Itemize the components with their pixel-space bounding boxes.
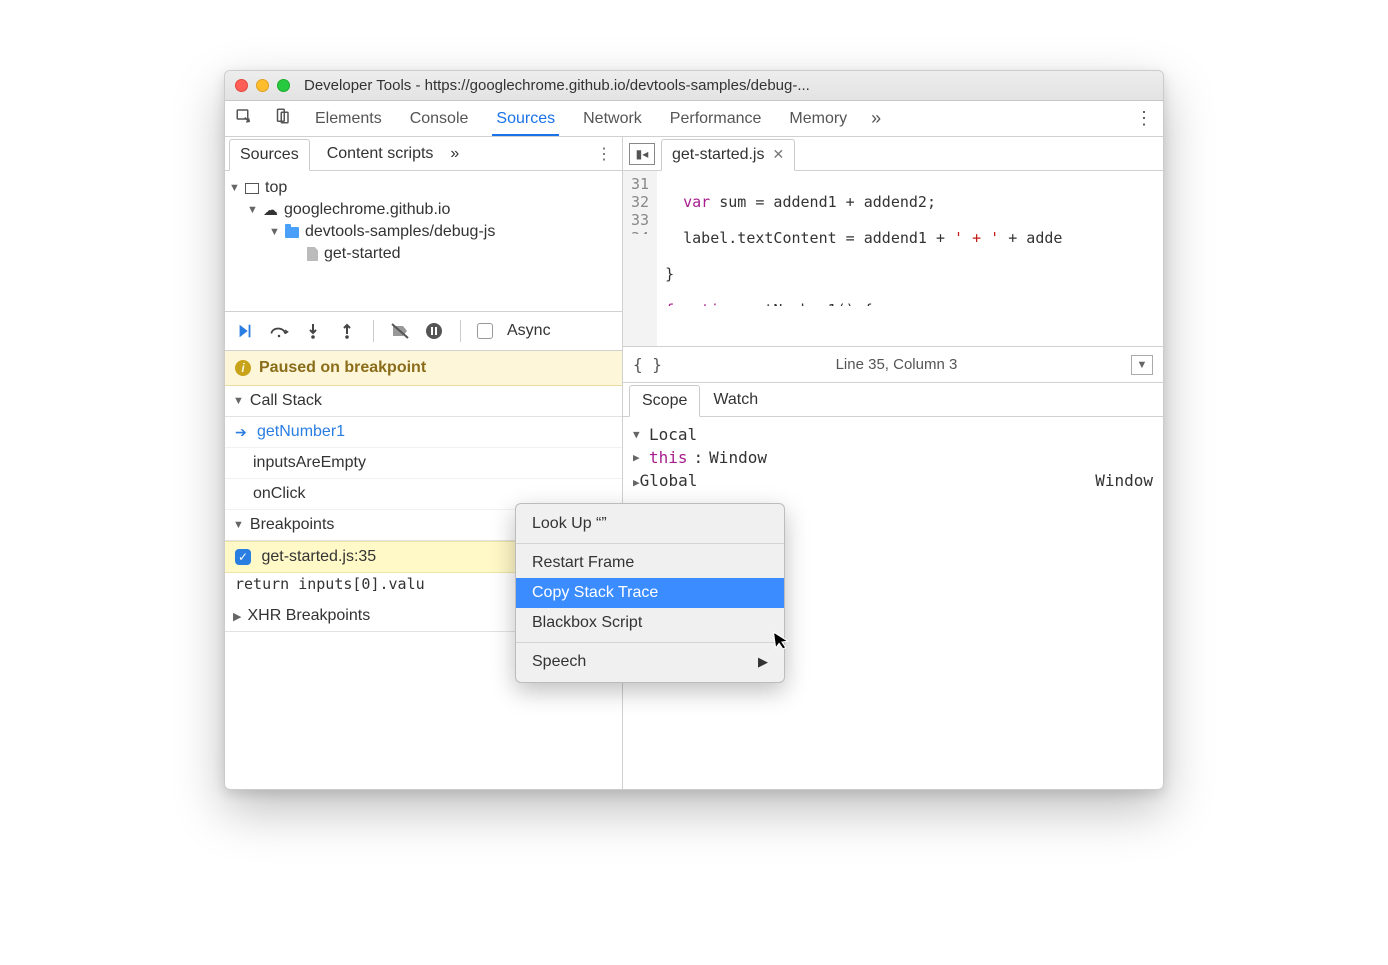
pause-on-exceptions-icon[interactable] [424,321,444,341]
step-over-icon[interactable] [269,321,289,341]
tree-top[interactable]: ▼ top [229,177,618,199]
minimize-window-button[interactable] [256,79,269,92]
scope-local[interactable]: ▼Local [633,423,1153,446]
code-editor[interactable]: 31 32 33 34 var sum = addend1 + addend2;… [623,171,1163,347]
divider [460,320,461,342]
navigator-more-icon[interactable]: » [450,145,459,163]
context-menu: Look Up “” Restart Frame Copy Stack Trac… [515,503,785,683]
window-title: Developer Tools - https://googlechrome.g… [304,77,810,94]
tab-console[interactable]: Console [406,102,473,136]
tab-scope[interactable]: Scope [629,385,700,417]
toggle-navigator-icon[interactable]: ▮◂ [629,143,655,165]
breakpoints-header-label: Breakpoints [250,516,335,534]
tree-file-label: get-started [324,245,400,263]
xhr-breakpoints-label: XHR Breakpoints [247,607,370,625]
tab-memory[interactable]: Memory [785,102,851,136]
right-panel: ▮◂ get-started.js ✕ 31 32 33 34 var sum … [623,137,1163,789]
device-toggle-icon[interactable] [273,107,291,130]
tab-performance[interactable]: Performance [666,102,766,136]
paused-banner: i Paused on breakpoint [225,351,622,386]
scope-global-label: Global [640,471,698,490]
scope-local-label: Local [649,425,697,444]
file-tab-get-started[interactable]: get-started.js ✕ [661,139,795,171]
async-checkbox[interactable] [477,323,493,339]
cursor-position: Line 35, Column 3 [836,356,958,373]
callstack-frame-0-label: getNumber1 [257,423,345,441]
async-label: Async [507,322,551,340]
navigator-tab-content-scripts[interactable]: Content scripts [316,138,445,170]
step-out-icon[interactable] [337,321,357,341]
folder-icon [285,227,299,238]
devtools-window: Developer Tools - https://googlechrome.g… [224,70,1164,790]
tab-elements[interactable]: Elements [311,102,386,136]
current-frame-arrow-icon: ➔ [235,424,249,441]
debugger-controls: Async [225,311,622,351]
callstack-frame-0[interactable]: ➔ getNumber1 [225,417,622,448]
scope-this-label: this [649,448,688,467]
info-icon: i [235,360,251,376]
callstack-frame-1[interactable]: inputsAreEmpty [225,448,622,479]
inspect-icon[interactable] [235,107,253,130]
more-tabs-icon[interactable]: » [871,108,881,129]
devtools-toolbar: Elements Console Sources Network Perform… [225,101,1163,137]
left-panel: Sources Content scripts » ⋮ ▼ top ▼☁ goo… [225,137,623,789]
paused-message: Paused on breakpoint [259,359,426,377]
file-tab-label: get-started.js [672,146,764,164]
scope-body: ▼Local ▶this: Window ▶Global Window [623,417,1163,498]
deactivate-breakpoints-icon[interactable] [390,321,410,341]
tab-network[interactable]: Network [579,102,646,136]
divider [373,320,374,342]
menu-restart-frame[interactable]: Restart Frame [516,548,784,578]
callstack-frame-1-label: inputsAreEmpty [253,454,366,472]
step-into-icon[interactable] [303,321,323,341]
navigator-tabs: Sources Content scripts » ⋮ [225,137,622,171]
traffic-lights [235,79,290,92]
settings-kebab-icon[interactable]: ⋮ [1135,108,1153,129]
menu-copy-stack-trace[interactable]: Copy Stack Trace [516,578,784,608]
tree-folder[interactable]: ▼ devtools-samples/debug-js [229,221,618,243]
submenu-arrow-icon: ▶ [758,654,768,670]
tab-watch[interactable]: Watch [700,384,771,416]
tree-domain[interactable]: ▼☁ googlechrome.github.io [229,199,618,221]
file-icon [307,247,318,261]
menu-blackbox-script[interactable]: Blackbox Script [516,608,784,638]
scope-watch-tabs: Scope Watch [623,383,1163,417]
scope-this[interactable]: ▶this: Window [633,446,1153,469]
menu-divider [516,543,784,544]
resume-icon[interactable] [235,321,255,341]
callstack-header-label: Call Stack [250,392,322,410]
scope-global[interactable]: ▶Global Window [633,469,1153,492]
code-lines: var sum = addend1 + addend2; label.textC… [657,171,1070,346]
close-tab-icon[interactable]: ✕ [772,146,784,163]
navigator-kebab-icon[interactable]: ⋮ [596,144,612,164]
titlebar: Developer Tools - https://googlechrome.g… [225,71,1163,101]
line-gutter: 31 32 33 34 [623,171,657,346]
menu-speech[interactable]: Speech ▶ [516,647,784,677]
scope-this-value: Window [709,448,767,467]
menu-divider [516,642,784,643]
callstack-header[interactable]: ▼Call Stack [225,386,622,417]
pretty-print-icon[interactable]: { } [633,355,662,374]
close-window-button[interactable] [235,79,248,92]
tab-sources[interactable]: Sources [492,102,559,136]
breakpoint-checkbox[interactable]: ✓ [235,549,251,565]
zoom-window-button[interactable] [277,79,290,92]
callstack-frame-2-label: onClick [253,485,305,503]
scope-global-value: Window [1095,471,1153,490]
breakpoint-label: get-started.js:35 [261,548,376,565]
tree-top-label: top [265,179,287,197]
editor-statusbar: { } Line 35, Column 3 ▼ [623,347,1163,383]
cloud-icon: ☁ [263,201,278,219]
file-tree: ▼ top ▼☁ googlechrome.github.io ▼ devtoo… [225,171,622,311]
main-area: Sources Content scripts » ⋮ ▼ top ▼☁ goo… [225,137,1163,789]
statusbar-dropdown-icon[interactable]: ▼ [1131,355,1153,375]
tree-file[interactable]: ▼ get-started [229,243,618,265]
tree-domain-label: googlechrome.github.io [284,201,450,219]
menu-lookup[interactable]: Look Up “” [516,509,784,539]
editor-tabs: ▮◂ get-started.js ✕ [623,137,1163,171]
frame-icon [245,183,259,194]
navigator-tab-sources[interactable]: Sources [229,139,310,171]
tree-folder-label: devtools-samples/debug-js [305,223,495,241]
